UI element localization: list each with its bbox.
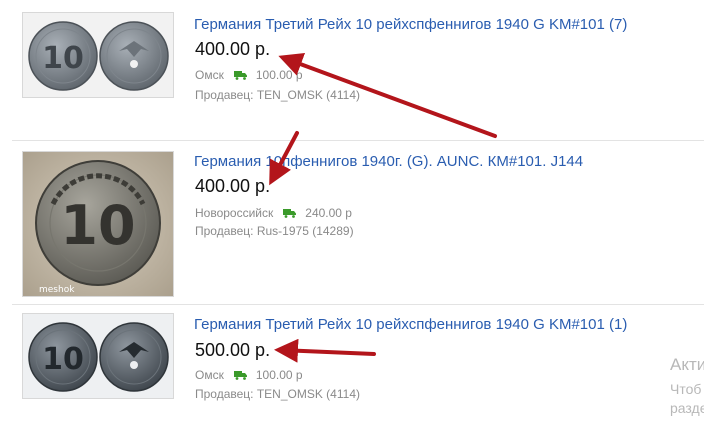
coin-image: 10 [23,314,173,398]
listing-2-thumbnail[interactable]: 10 meshok [22,151,174,297]
coin-image: 10 meshok [23,152,173,296]
listing-1-price: 400.00 р. [195,39,271,59]
listing-separator [12,140,704,141]
side-text-line: Чтоб [670,381,702,397]
listing-3-price: 500.00 р. [195,340,271,360]
listing-3-shipping-cost: 100.00 р [255,368,303,382]
arrow-to-price-3 [274,338,376,363]
listing-2-title-link[interactable]: Германия 10пфеннигов 1940г. (G). AUNC. К… [194,153,583,170]
listing-2-city: Новороссийск [195,206,274,220]
truck-icon [233,371,247,380]
listing-1-shipping-cost: 100.00 р [255,68,303,82]
listing-2-shipping-cost: 240.00 р [305,206,352,220]
listing-1-thumbnail[interactable]: 10 [22,12,174,98]
listing-separator [12,304,704,305]
listing-3-seller[interactable]: Продавец: TEN_OMSK (4114) [195,387,360,401]
listing-1-shipping-info: Омск 100.00 р [195,68,303,82]
svg-text:10: 10 [42,342,84,377]
listing-3-thumbnail[interactable]: 10 [22,313,174,399]
coin-image: 10 [23,13,173,97]
listing-3-title-link[interactable]: Германия Третий Рейх 10 рейхспфеннигов 1… [194,316,627,333]
truck-icon [233,71,247,80]
meshok-watermark: meshok [39,285,75,295]
svg-text:10: 10 [60,194,135,257]
listing-2-seller[interactable]: Продавец: Rus-1975 (14289) [195,224,354,238]
listing-1-city: Омск [195,68,224,82]
listing-3-shipping-info: Омск 100.00 р [195,368,303,382]
listing-3-city: Омск [195,368,224,382]
side-text-line: разде [670,400,704,416]
side-heading: Акти [670,355,704,374]
listing-2-shipping-info: Новороссийск 240.00 р [195,206,352,220]
listing-1-title-link[interactable]: Германия Третий Рейх 10 рейхспфеннигов 1… [194,16,627,33]
truck-icon [283,209,297,218]
listing-2-price: 400.00 р. [195,176,271,196]
svg-text:10: 10 [42,41,84,76]
listing-1-seller[interactable]: Продавец: TEN_OMSK (4114) [195,88,360,102]
